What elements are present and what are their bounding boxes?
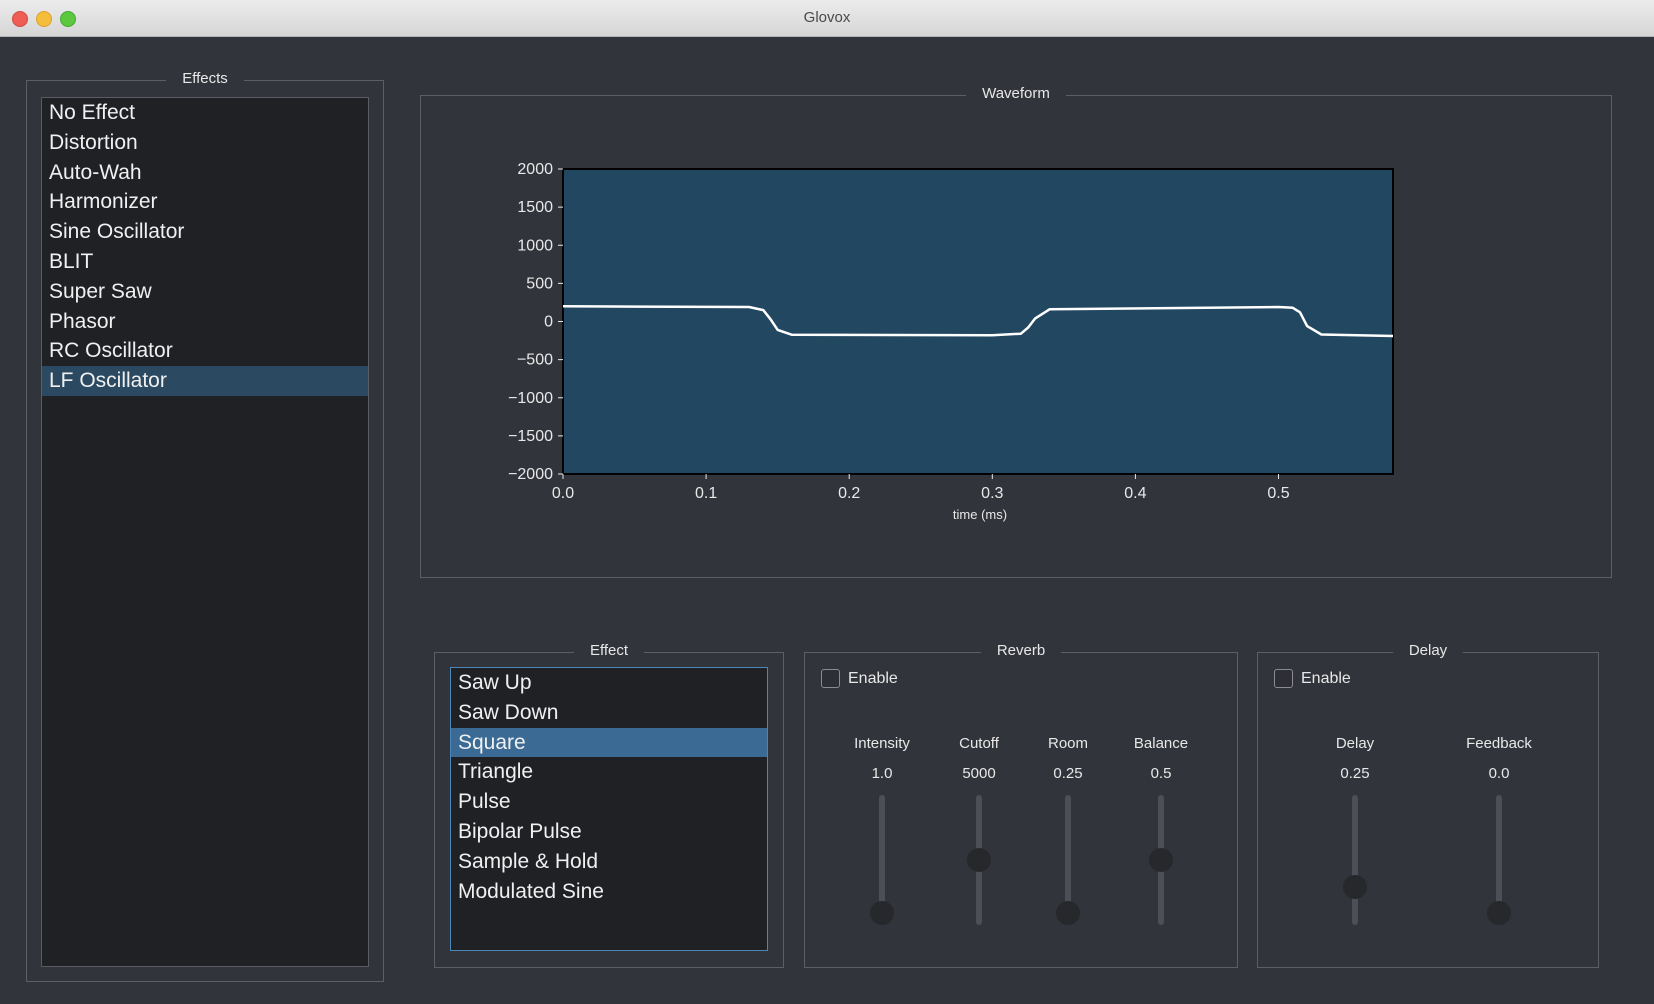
slider-handle[interactable] (1056, 901, 1080, 925)
delay-enable-checkbox[interactable] (1274, 669, 1293, 688)
x-tick-label: 0.4 (1124, 485, 1146, 502)
x-tick-label: 0.1 (695, 485, 717, 502)
delay-time-value: 0.25 (1340, 765, 1370, 782)
window-titlebar: Glovox (0, 0, 1654, 37)
effect-item-sine-oscillator[interactable]: Sine Oscillator (42, 217, 368, 247)
effects-group: Effects No Effect Distortion Auto-Wah Ha… (26, 70, 384, 982)
x-tick-label: 0.3 (981, 485, 1003, 502)
room-label: Room (1047, 735, 1088, 752)
waveform-group: Waveform 2000 1500 1000 500 0 −500 −1000 −1500−… (420, 85, 1612, 578)
y-tick-label: −1000 (508, 390, 553, 407)
cutoff-label: Cutoff (959, 735, 999, 752)
waveform-item-square[interactable]: Square (451, 727, 767, 758)
delay-group-title: Delay (1392, 642, 1464, 659)
reverb-enable-row[interactable]: Enable (821, 669, 898, 688)
intensity-value: 1.0 (871, 765, 893, 782)
slider-handle[interactable] (967, 848, 991, 872)
reverb-enable-label: Enable (848, 669, 898, 687)
reverb-group-title: Reverb (980, 642, 1062, 659)
waveform-chart: 2000 1500 1000 500 0 −500 −1000 −1500 −2000 0.0 0.… (508, 161, 1394, 522)
delay-enable-label: Enable (1301, 669, 1351, 687)
intensity-label: Intensity (854, 735, 910, 752)
effects-group-title: Effects (166, 70, 244, 87)
cutoff-slider[interactable] (967, 795, 991, 925)
cutoff-value: 5000 (962, 765, 996, 782)
effect-group-title: Effect (573, 642, 645, 659)
room-slider[interactable] (1056, 795, 1080, 925)
x-tick-label: 0.0 (552, 485, 574, 502)
x-tick-label: 0.5 (1267, 485, 1289, 502)
y-tick-label: 500 (526, 275, 553, 292)
slider-handle[interactable] (870, 901, 894, 925)
reverb-enable-checkbox[interactable] (821, 669, 840, 688)
intensity-slider[interactable] (870, 795, 894, 925)
x-tick-label: 0.2 (838, 485, 860, 502)
plot-area (562, 168, 1394, 475)
delay-time-slider[interactable] (1343, 795, 1367, 925)
balance-value: 0.5 (1150, 765, 1172, 782)
effect-item-distortion[interactable]: Distortion (42, 128, 368, 158)
waveform-item-modulated-sine[interactable]: Modulated Sine (451, 877, 767, 907)
effect-item-blit[interactable]: BLIT (42, 247, 368, 277)
feedback-value: 0.0 (1488, 765, 1510, 782)
y-tick-label: 1000 (517, 237, 553, 254)
y-tick-label: 1500 (517, 199, 553, 216)
effects-list[interactable]: No Effect Distortion Auto-Wah Harmonizer… (41, 97, 369, 967)
room-value: 0.25 (1053, 765, 1083, 782)
effect-item-auto-wah[interactable]: Auto-Wah (42, 158, 368, 188)
waveform-item-triangle[interactable]: Triangle (451, 757, 767, 787)
waveform-item-saw-up[interactable]: Saw Up (451, 668, 767, 698)
waveform-item-bipolar-pulse[interactable]: Bipolar Pulse (451, 817, 767, 847)
slider-handle[interactable] (1343, 874, 1367, 899)
effect-item-harmonizer[interactable]: Harmonizer (42, 187, 368, 217)
effect-item-super-saw[interactable]: Super Saw (42, 277, 368, 307)
effect-item-rc-oscillator[interactable]: RC Oscillator (42, 336, 368, 366)
delay-time-label: Delay (1335, 735, 1375, 752)
waveform-type-list[interactable]: Saw Up Saw Down Square Triangle Pulse Bi… (450, 667, 768, 951)
y-tick-label: 2000 (517, 161, 553, 178)
y-tick-label: −2000 (508, 466, 553, 483)
slider-handle[interactable] (1487, 901, 1511, 925)
delay-group: Delay Enable Delay 0.25 Feedback 0.0 (1257, 642, 1599, 968)
y-tick-label: −1500 (508, 428, 553, 445)
delay-enable-row[interactable]: Enable (1274, 669, 1351, 688)
y-tick-label: 0 (544, 314, 553, 331)
waveform-item-sample-and-hold[interactable]: Sample & Hold (451, 847, 767, 877)
window-title: Glovox (803, 9, 851, 26)
waveform-item-pulse[interactable]: Pulse (451, 787, 767, 817)
effect-item-lf-oscillator[interactable]: LF Oscillator (42, 366, 368, 396)
balance-label: Balance (1133, 735, 1189, 752)
feedback-slider[interactable] (1487, 795, 1511, 925)
slider-handle[interactable] (1149, 848, 1173, 872)
effect-item-no-effect[interactable]: No Effect (42, 98, 368, 128)
waveform-item-saw-down[interactable]: Saw Down (451, 698, 767, 728)
x-axis-label: time (ms) (953, 507, 1007, 522)
effect-item-phasor[interactable]: Phasor (42, 307, 368, 337)
reverb-group: Reverb Enable Intensity 1.0 Cutoff 5000 … (804, 642, 1238, 968)
balance-slider[interactable] (1149, 795, 1173, 925)
feedback-label: Feedback (1466, 735, 1532, 752)
waveform-effect-group: Effect Saw Up Saw Down Square Triangle P… (434, 642, 784, 968)
y-tick-label: −500 (517, 352, 553, 369)
